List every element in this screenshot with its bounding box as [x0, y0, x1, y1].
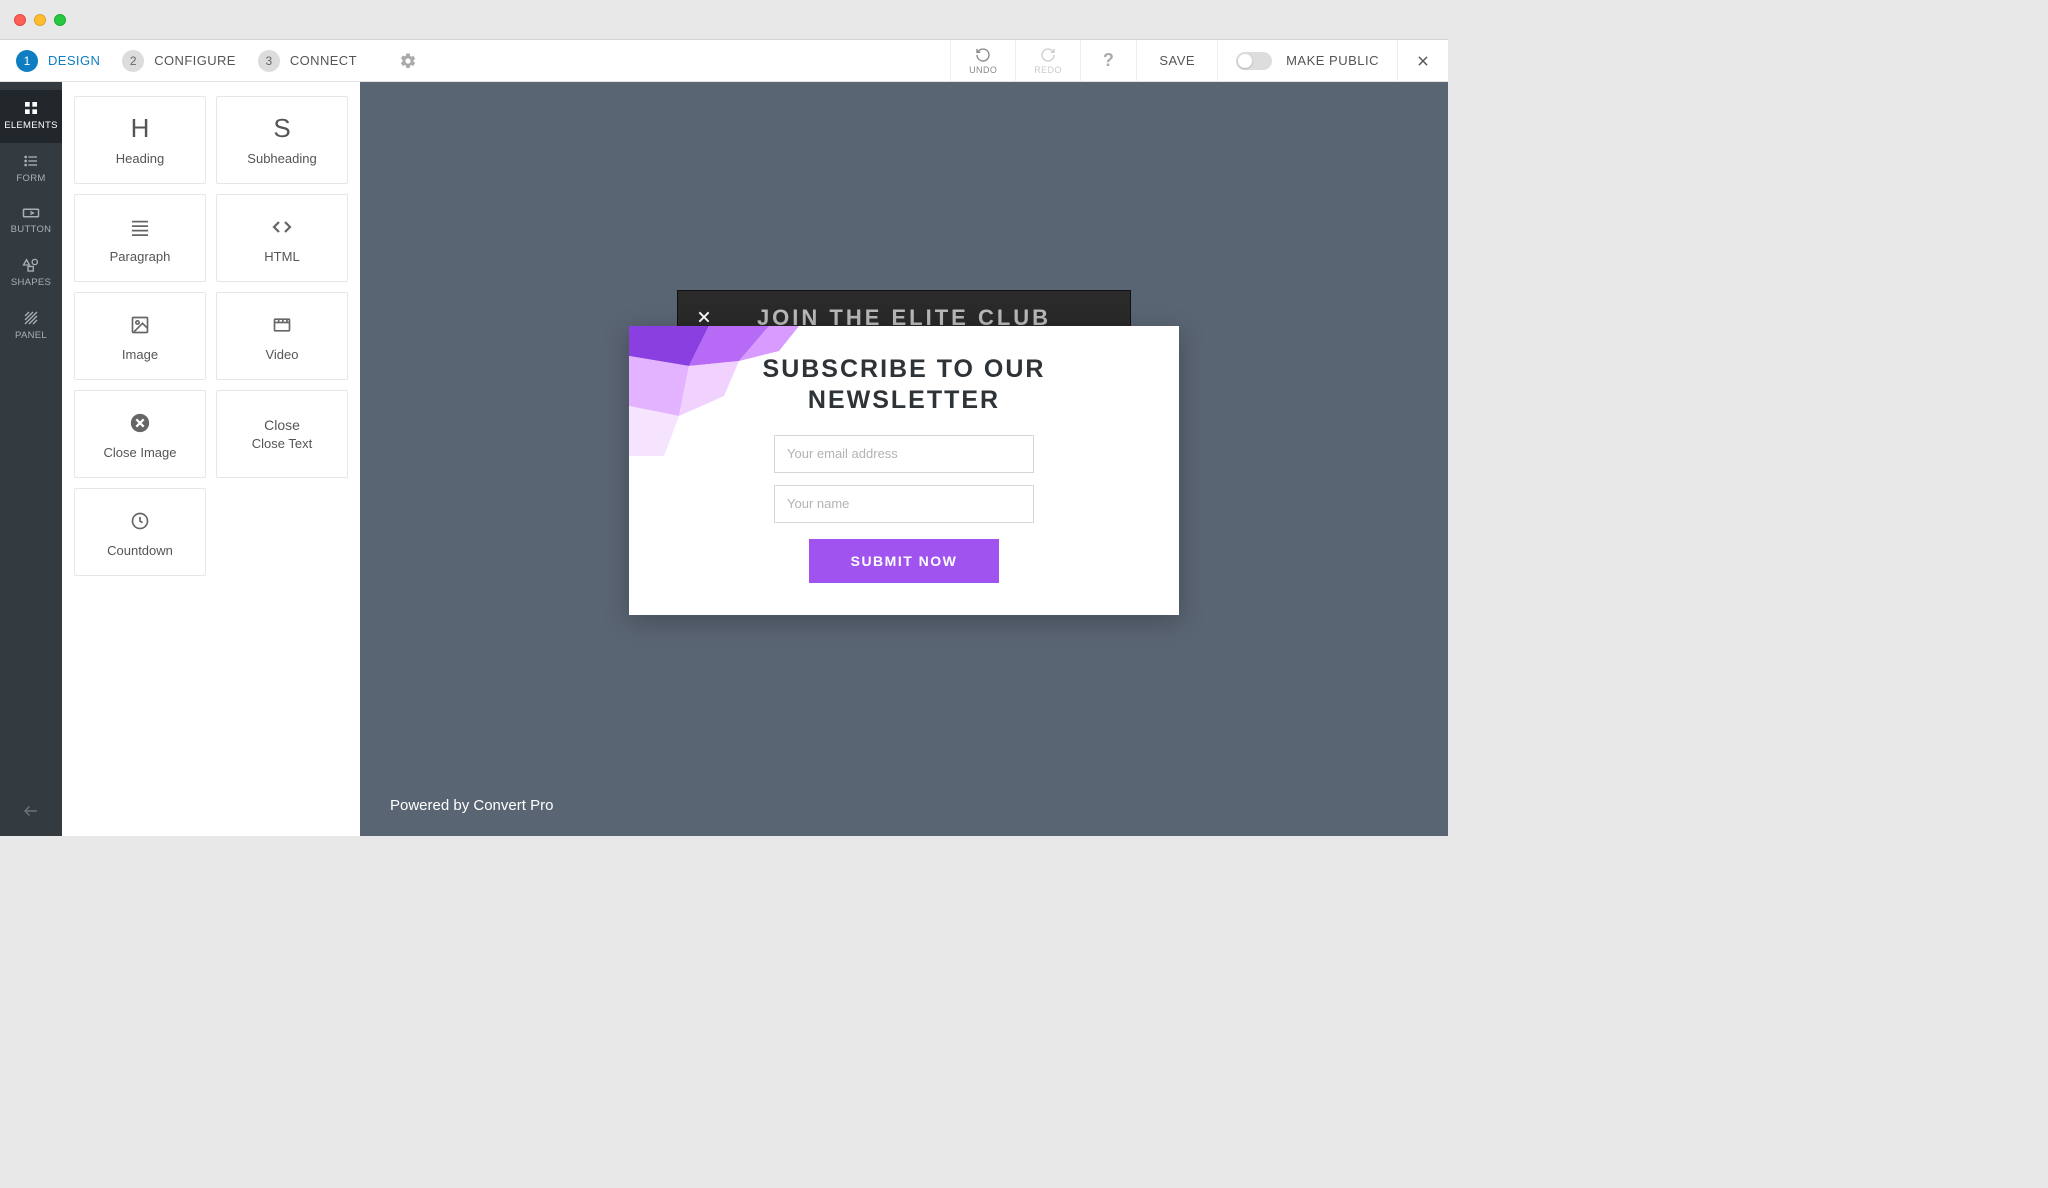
- publish-group: MAKE PUBLIC: [1217, 40, 1397, 81]
- undo-icon: [975, 47, 991, 63]
- undo-button[interactable]: UNDO: [950, 40, 1015, 81]
- element-label: Paragraph: [110, 249, 171, 264]
- step-label: CONFIGURE: [154, 53, 236, 68]
- window-close-dot[interactable]: [14, 14, 26, 26]
- decorative-polygon: [629, 326, 799, 456]
- step-connect[interactable]: 3 CONNECT: [258, 50, 357, 72]
- element-label: Countdown: [107, 543, 173, 558]
- sidebar-item-label: SHAPES: [11, 277, 51, 288]
- element-paragraph[interactable]: Paragraph: [74, 194, 206, 282]
- sidebar-item-button[interactable]: BUTTON: [0, 196, 62, 247]
- sidebar-item-form[interactable]: FORM: [0, 143, 62, 196]
- sidebar-item-label: ELEMENTS: [4, 120, 58, 131]
- element-image[interactable]: Image: [74, 292, 206, 380]
- step-number: 3: [258, 50, 280, 72]
- grid-icon: [23, 100, 39, 116]
- undo-label: UNDO: [969, 65, 997, 75]
- redo-button[interactable]: REDO: [1015, 40, 1080, 81]
- element-close-image[interactable]: Close Image: [74, 390, 206, 478]
- element-close-title: Close: [264, 417, 300, 433]
- element-countdown[interactable]: Countdown: [74, 488, 206, 576]
- gear-icon: [399, 52, 417, 70]
- step-number: 1: [16, 50, 38, 72]
- save-button[interactable]: SAVE: [1136, 40, 1217, 81]
- redo-label: REDO: [1034, 65, 1062, 75]
- redo-icon: [1040, 47, 1056, 63]
- publish-toggle[interactable]: [1236, 52, 1272, 70]
- toolbar-right: UNDO REDO ? SAVE MAKE PUBLIC: [950, 40, 1448, 81]
- settings-button[interactable]: [399, 52, 417, 70]
- powered-by-label: Powered by Convert Pro: [390, 797, 553, 814]
- name-field[interactable]: [774, 485, 1034, 523]
- sidebar-item-label: BUTTON: [11, 224, 52, 235]
- element-html[interactable]: HTML: [216, 194, 348, 282]
- sidebar-item-label: PANEL: [15, 330, 47, 341]
- step-design[interactable]: 1 DESIGN: [16, 50, 100, 72]
- sidebar-item-label: FORM: [16, 173, 45, 184]
- element-label: Close Text: [252, 436, 312, 451]
- sidebar-item-panel[interactable]: PANEL: [0, 300, 62, 353]
- element-video[interactable]: Video: [216, 292, 348, 380]
- close-editor-button[interactable]: [1397, 40, 1448, 81]
- code-icon: [270, 213, 294, 241]
- subheading-icon: S: [273, 115, 290, 143]
- list-icon: [23, 153, 39, 169]
- help-button[interactable]: ?: [1080, 40, 1137, 81]
- window-titlebar: [0, 0, 1448, 40]
- step-label: CONNECT: [290, 53, 357, 68]
- popup-heading-line1: SUBSCRIBE TO OUR: [763, 355, 1046, 383]
- element-label: Video: [265, 347, 298, 362]
- design-canvas[interactable]: JOIN THE ELITE CLUB SUBSCRIBE TO OUR NEW…: [360, 82, 1448, 836]
- step-label: DESIGN: [48, 53, 100, 68]
- close-circle-icon: [129, 409, 151, 437]
- collapse-sidebar-button[interactable]: [0, 786, 62, 836]
- save-label: SAVE: [1159, 53, 1195, 68]
- window-minimize-dot[interactable]: [34, 14, 46, 26]
- step-number: 2: [122, 50, 144, 72]
- element-label: Heading: [116, 151, 164, 166]
- element-label: Close Image: [104, 445, 177, 460]
- step-configure[interactable]: 2 CONFIGURE: [122, 50, 236, 72]
- sidebar-item-shapes[interactable]: SHAPES: [0, 247, 62, 300]
- element-label: HTML: [264, 249, 299, 264]
- top-toolbar: 1 DESIGN 2 CONFIGURE 3 CONNECT UNDO: [0, 40, 1448, 82]
- heading-icon: H: [131, 115, 150, 143]
- texture-icon: [23, 310, 39, 326]
- help-icon: ?: [1103, 50, 1115, 71]
- element-label: Subheading: [247, 151, 316, 166]
- email-field[interactable]: [774, 435, 1034, 473]
- close-icon: [696, 309, 712, 325]
- video-icon: [272, 311, 292, 339]
- window-zoom-dot[interactable]: [54, 14, 66, 26]
- background-title[interactable]: JOIN THE ELITE CLUB: [678, 291, 1130, 331]
- arrow-left-icon: [22, 802, 40, 820]
- element-label: Image: [122, 347, 158, 362]
- sidebar-nav: ELEMENTS FORM BUTTON SHAPES PANEL: [0, 82, 62, 836]
- popup-card[interactable]: SUBSCRIBE TO OUR NEWSLETTER SUBMIT NOW: [629, 326, 1179, 615]
- image-icon: [130, 311, 150, 339]
- element-heading[interactable]: H Heading: [74, 96, 206, 184]
- submit-button[interactable]: SUBMIT NOW: [809, 539, 999, 583]
- publish-label: MAKE PUBLIC: [1286, 53, 1379, 68]
- popup-form: SUBMIT NOW: [669, 435, 1139, 583]
- element-close-text[interactable]: Close Close Text: [216, 390, 348, 478]
- sidebar-item-elements[interactable]: ELEMENTS: [0, 90, 62, 143]
- shapes-icon: [22, 257, 40, 273]
- element-subheading[interactable]: S Subheading: [216, 96, 348, 184]
- close-icon: [1416, 54, 1430, 68]
- elements-panel: H Heading S Subheading Paragraph HTML: [62, 82, 360, 836]
- clock-icon: [130, 507, 150, 535]
- popup-heading-line2: NEWSLETTER: [808, 386, 1000, 414]
- main-area: ELEMENTS FORM BUTTON SHAPES PANEL: [0, 82, 1448, 836]
- button-icon: [22, 206, 40, 220]
- paragraph-icon: [129, 213, 151, 241]
- build-steps: 1 DESIGN 2 CONFIGURE 3 CONNECT: [0, 50, 417, 72]
